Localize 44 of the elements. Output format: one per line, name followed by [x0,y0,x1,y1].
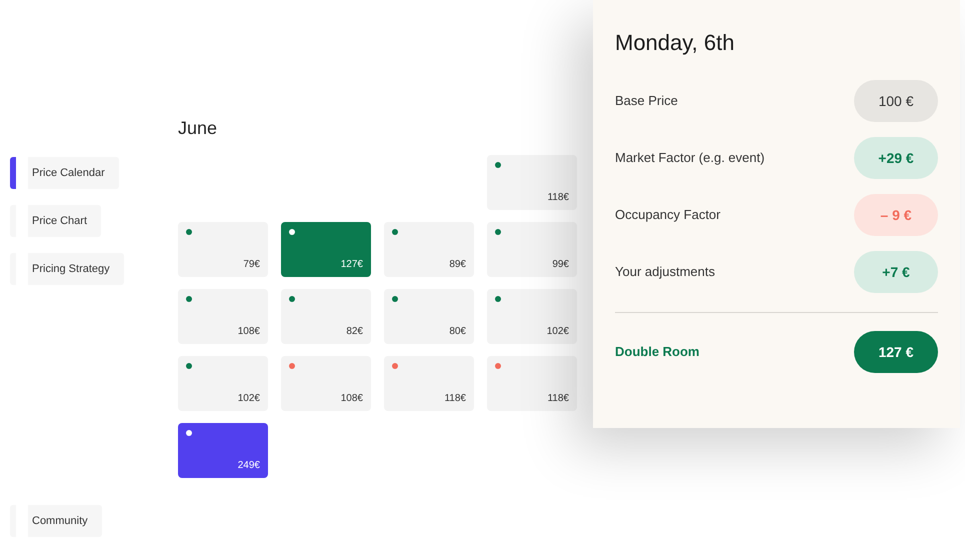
calendar-day[interactable]: 127€ [281,222,371,277]
calendar-day[interactable]: 82€ [281,289,371,344]
day-price: 127€ [340,259,363,270]
total-price: 127 € [854,330,938,372]
sidebar-item[interactable]: Community [10,505,102,537]
sidebar-item[interactable]: Pricing Strategy [10,253,124,285]
calendar-day[interactable]: 80€ [384,289,474,344]
factor-value: +7 € [854,250,938,292]
calendar-day[interactable]: 102€ [487,289,577,344]
day-price: 79€ [243,259,260,270]
day-price: 82€ [346,326,363,337]
sidebar-item[interactable]: Price Chart [10,205,102,237]
calendar-day[interactable]: 249€ [178,423,268,478]
day-price: 118€ [547,192,569,203]
factor-label: Occupancy Factor [615,207,720,222]
day-price: 108€ [238,326,260,337]
calendar-day[interactable]: 99€ [487,222,577,277]
day-price: 102€ [238,393,260,404]
calendar-day[interactable]: 79€ [178,222,268,277]
calendar-day[interactable]: 118€ [384,356,474,411]
factor-label: Base Price [615,93,678,108]
room-label: Double Room [615,344,700,359]
factor-label: Market Factor (e.g. event) [615,150,765,165]
calendar-day[interactable]: 108€ [281,356,371,411]
panel-title: Monday, 6th [615,30,736,56]
day-price: 80€ [449,326,466,337]
factor-value: – 9 € [854,194,938,236]
factor-value: +29 € [854,136,938,178]
factor-value: 100 € [854,80,938,122]
day-price: 89€ [449,259,466,270]
day-price: 102€ [546,326,569,337]
calendar-day[interactable]: 118€ [487,155,577,210]
sidebar-item[interactable]: Price Calendar [10,157,119,189]
calendar-day[interactable]: 102€ [178,356,268,411]
month-title: June [178,118,218,139]
day-price: 118€ [547,393,569,404]
day-price: 249€ [238,460,260,471]
calendar-day[interactable]: 108€ [178,289,268,344]
calendar-day[interactable]: 118€ [487,356,577,411]
day-price: 118€ [444,393,466,404]
factor-label: Your adjustments [615,264,715,279]
day-price: 108€ [340,393,363,404]
calendar-day[interactable]: 89€ [384,222,474,277]
day-price: 99€ [552,259,569,270]
